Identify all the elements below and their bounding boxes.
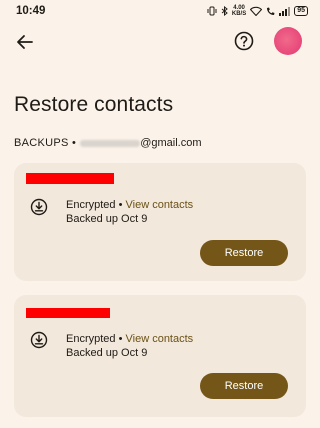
cloud-download-icon: [30, 331, 48, 349]
status-time: 10:49: [16, 5, 46, 17]
restore-button[interactable]: Restore: [200, 240, 288, 266]
backup-info: Encrypted • View contacts Backed up Oct …: [66, 198, 193, 226]
arrow-back-icon[interactable]: [14, 31, 36, 53]
redacted-device-name: [26, 173, 114, 184]
backups-label: BACKUPS •: [14, 137, 77, 149]
restore-button[interactable]: Restore: [200, 373, 288, 399]
backups-account-row: BACKUPS • @gmail.com: [14, 137, 201, 149]
avatar[interactable]: [274, 27, 302, 55]
backup-info: Encrypted • View contacts Backed up Oct …: [66, 332, 193, 360]
wifi-icon: [250, 6, 263, 16]
bluetooth-icon: [221, 6, 228, 16]
status-icons: 4.00 KB/S 95: [207, 5, 308, 17]
help-circle-icon[interactable]: [233, 30, 255, 52]
view-contacts-link[interactable]: View contacts: [126, 333, 194, 345]
app-bar: [0, 26, 320, 56]
vibrate-icon: [207, 6, 217, 16]
page-title: Restore contacts: [14, 93, 174, 116]
encryption-status: Encrypted •: [66, 333, 123, 345]
cloud-download-icon: [30, 198, 48, 216]
network-speed: 4.00 KB/S: [231, 5, 247, 17]
redacted-device-name: [26, 308, 110, 318]
email-redacted: [80, 139, 141, 147]
battery-indicator: 95: [294, 6, 308, 16]
backup-date: Backed up Oct 9: [66, 347, 148, 359]
email-suffix: @gmail.com: [140, 137, 202, 149]
status-bar: 10:49 4.00 KB/S 95: [0, 0, 320, 22]
backup-card: Encrypted • View contacts Backed up Oct …: [14, 163, 306, 281]
backup-card: Encrypted • View contacts Backed up Oct …: [14, 295, 306, 417]
view-contacts-link[interactable]: View contacts: [126, 199, 194, 211]
call-icon: [267, 7, 275, 15]
backup-date: Backed up Oct 9: [66, 213, 148, 225]
encryption-status: Encrypted •: [66, 199, 123, 211]
signal-icon: [279, 6, 291, 16]
